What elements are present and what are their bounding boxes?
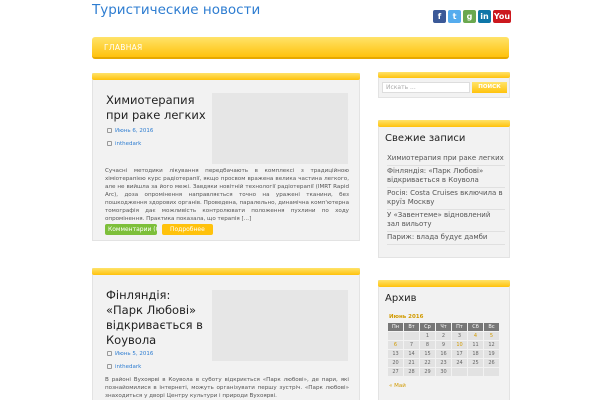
calendar-day: 22	[419, 358, 436, 368]
calendar-day: 13	[387, 349, 404, 359]
recent-post-link[interactable]: Химиотерапия при раке легких	[387, 153, 505, 166]
site-title[interactable]: Туристические новости	[92, 2, 260, 18]
calendar-day: 19	[483, 349, 500, 359]
calendar-day: 28	[403, 367, 420, 377]
calendar-day: 30	[435, 367, 452, 377]
calendar-weekday: Ср	[419, 322, 436, 332]
calendar-day: 2	[435, 331, 452, 341]
calendar-day: 8	[419, 340, 436, 350]
calendar-day: 24	[451, 358, 468, 368]
post-card: Фінляндія: «Парк Любові» відкривається в…	[92, 268, 360, 400]
youtube-icon[interactable]: You	[493, 10, 511, 23]
post-title[interactable]: Химиотерапия при раке легких	[106, 93, 210, 123]
calendar-day: 18	[467, 349, 484, 359]
linkedin-icon[interactable]: in	[478, 10, 491, 23]
widget-topbar	[378, 120, 510, 127]
calendar-weekday: Пн	[387, 322, 404, 332]
calendar-weekday: Чт	[435, 322, 452, 332]
calendar-prev-month[interactable]: « Май	[389, 383, 406, 389]
search-widget: Искать ... ПОИСК	[378, 72, 510, 98]
calendar-day: 1	[419, 331, 436, 341]
nav-home[interactable]: ГЛАВНАЯ	[104, 43, 143, 52]
calendar-empty-cell	[451, 367, 468, 377]
calendar-empty-cell	[387, 331, 404, 341]
calendar-icon	[107, 128, 112, 133]
calendar-table: Пн Вт Ср Чт Пт Сб Вс 1 2 3 4 5 6 7 8 9 10 11 12 13 14 15 16 17…	[387, 322, 500, 377]
calendar-day: 26	[483, 358, 500, 368]
calendar-weekday: Пт	[451, 322, 468, 332]
archive-widget: Архив Июнь 2016 Пн Вт Ср Чт Пт Сб Вс 123456789…	[378, 280, 510, 400]
post-thumbnail[interactable]	[212, 290, 348, 361]
read-more-button[interactable]: Подробнее	[162, 224, 213, 235]
calendar-day[interactable]: 6	[387, 340, 404, 350]
widget-topbar	[378, 280, 510, 287]
facebook-icon[interactable]: f	[433, 10, 446, 23]
post-excerpt: Сучасні методики лікування передбачають …	[105, 168, 349, 222]
calendar-day: 3	[451, 331, 468, 341]
calendar-day: 23	[435, 358, 452, 368]
post-thumbnail[interactable]	[212, 93, 348, 164]
post-date: Июнь 5, 2016	[107, 351, 153, 357]
search-button[interactable]: ПОИСК	[472, 82, 507, 93]
post-excerpt: В районі Вухоярві в Коувола в суботу від…	[105, 377, 349, 399]
calendar-empty-cell	[483, 367, 500, 377]
recent-posts-widget: Свежие записи Химиотерапия при раке легк…	[378, 120, 510, 258]
calendar-day: 7	[403, 340, 420, 350]
recent-post-link[interactable]: Росія: Costa Cruises включила в круїз Мо…	[387, 188, 505, 210]
user-icon	[107, 364, 112, 369]
calendar-day: 27	[387, 367, 404, 377]
post-title[interactable]: Фінляндія: «Парк Любові» відкривається в…	[106, 288, 210, 348]
calendar-day[interactable]: 10	[451, 340, 468, 350]
widget-title: Свежие записи	[385, 133, 466, 144]
recent-posts-list: Химиотерапия при раке легких Фінляндія: …	[387, 153, 505, 245]
post-author[interactable]: inthedark	[107, 141, 141, 147]
calendar-empty-cell	[403, 331, 420, 341]
calendar-empty-cell	[467, 367, 484, 377]
main-nav: ГЛАВНАЯ	[92, 37, 509, 59]
calendar-day: 21	[403, 358, 420, 368]
calendar-caption: Июнь 2016	[389, 314, 424, 320]
calendar-day: 11	[467, 340, 484, 350]
search-input[interactable]: Искать ...	[382, 82, 470, 93]
calendar-day: 20	[387, 358, 404, 368]
calendar-icon	[107, 351, 112, 356]
social-links: f t g in You	[433, 10, 511, 23]
calendar-day: 12	[483, 340, 500, 350]
calendar-day: 14	[403, 349, 420, 359]
calendar-weekday: Вс	[483, 322, 500, 332]
calendar-day[interactable]: 5	[483, 331, 500, 341]
post-card-topbar	[92, 73, 360, 80]
calendar-day: 17	[451, 349, 468, 359]
calendar-weekday: Вт	[403, 322, 420, 332]
recent-post-link[interactable]: Париж: влада будує дамби	[387, 232, 505, 245]
post-card-topbar	[92, 268, 360, 275]
post-author[interactable]: inthedark	[107, 364, 141, 370]
calendar-day: 15	[419, 349, 436, 359]
user-icon	[107, 141, 112, 146]
comments-button[interactable]: Комментарии (0)	[105, 224, 157, 235]
post-date: Июнь 6, 2016	[107, 128, 153, 134]
google-icon[interactable]: g	[463, 10, 476, 23]
calendar-day[interactable]: 4	[467, 331, 484, 341]
search-widget-topbar	[378, 72, 510, 78]
calendar-day: 9	[435, 340, 452, 350]
calendar-day: 29	[419, 367, 436, 377]
calendar-day: 16	[435, 349, 452, 359]
twitter-icon[interactable]: t	[448, 10, 461, 23]
recent-post-link[interactable]: Фінляндія: «Парк Любові» відкривається в…	[387, 166, 505, 188]
recent-post-link[interactable]: У «Завентеме» відновлений зал вильоту	[387, 210, 505, 232]
calendar-weekday: Сб	[467, 322, 484, 332]
widget-title: Архив	[385, 293, 417, 304]
post-card: Химиотерапия при раке легких Июнь 6, 201…	[92, 73, 360, 241]
calendar-day: 25	[467, 358, 484, 368]
